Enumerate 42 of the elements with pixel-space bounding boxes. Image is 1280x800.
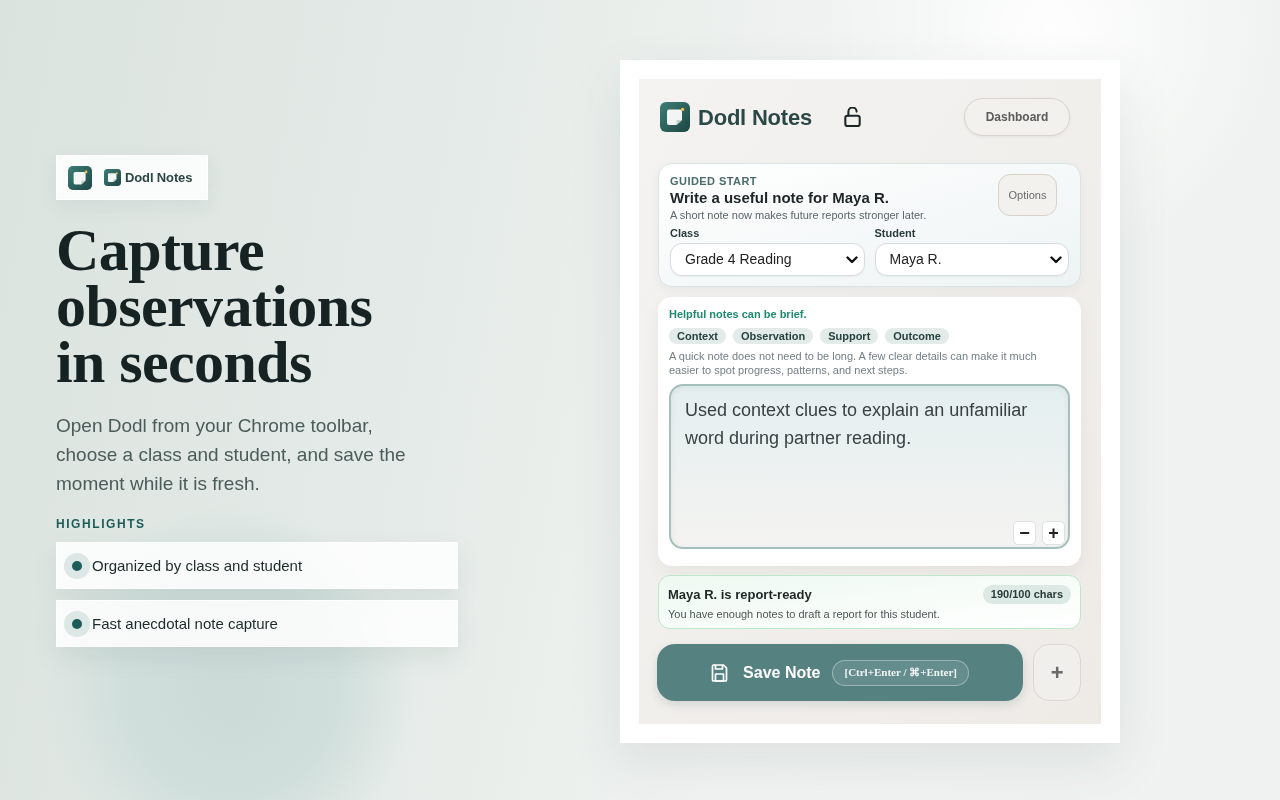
save-icon	[711, 663, 729, 682]
app-logo-icon	[660, 102, 690, 132]
text-size-button[interactable]: +	[1042, 521, 1065, 545]
brand-name: Dodl Notes	[125, 168, 193, 187]
tips-heading: Helpful notes can be brief.	[669, 307, 808, 321]
lock-icon[interactable]	[843, 107, 861, 127]
status-text: You have enough notes to draft a report for this student.	[668, 607, 941, 621]
chevron-down-icon	[845, 255, 858, 264]
hero-description: Open Dodl from your Chrome toolbar, choose a class and student, and save the moment while it is fresh.	[56, 414, 407, 496]
tag-chip[interactable]: Context	[669, 328, 726, 344]
tag-chip[interactable]: Observation	[732, 328, 814, 344]
select-field[interactable]: Grade 4 Reading	[670, 243, 865, 276]
note-logo-icon	[104, 169, 121, 186]
highlights-label: HIGHLIGHTS	[56, 516, 147, 532]
card-subtitle: A short note now makes future reports stronger later.	[670, 208, 927, 222]
app-logo-icon	[68, 165, 92, 190]
tag-chip[interactable]: Outcome	[885, 328, 949, 344]
highlight-text: Organized by class and student	[92, 555, 303, 576]
status-title: Maya R. is report-ready	[668, 585, 812, 604]
options-button[interactable]: Options	[998, 174, 1057, 216]
eyebrow-label: GUIDED START	[670, 174, 758, 188]
dashboard-button[interactable]: Dashboard	[964, 98, 1070, 136]
card-title: Write a useful note for Maya R.	[670, 188, 890, 208]
save-note-button[interactable]: Save Note [Ctrl+Enter / ⌘+Enter]	[657, 644, 1024, 701]
popup-brand-name: Dodl Notes	[698, 103, 812, 132]
field-label: Class	[670, 226, 701, 240]
hero-heading: Capture observations in seconds	[56, 222, 374, 390]
tag-chip[interactable]: Support	[820, 328, 879, 344]
bullet-icon	[64, 610, 90, 637]
add-button[interactable]: +	[1033, 644, 1081, 701]
field-label: Student	[874, 226, 917, 240]
tips-text: A quick note does not need to be long. A few clear details can make it much easier to spot progress, patterns, and next steps.	[669, 349, 1038, 377]
select-value: Maya R.	[889, 250, 942, 269]
text-size-button[interactable]: −	[1013, 521, 1036, 545]
select-value: Grade 4 Reading	[685, 250, 792, 269]
save-label: Save Note	[743, 662, 821, 683]
char-count-badge: 190/100 chars	[982, 585, 1071, 604]
highlight-text: Fast anecdotal note capture	[92, 613, 278, 634]
bullet-icon	[64, 552, 90, 579]
select-field[interactable]: Maya R.	[874, 243, 1069, 276]
shortcut-hint: [Ctrl+Enter / ⌘+Enter]	[832, 659, 969, 686]
chevron-down-icon	[1050, 255, 1062, 264]
